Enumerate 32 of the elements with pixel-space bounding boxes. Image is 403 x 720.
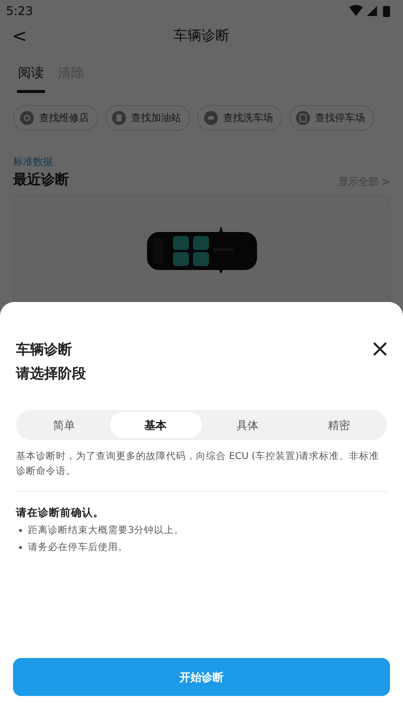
stage-description: 基本诊断时，为了查询更多的故障代码，向综合 ECU (车控装置)请求标准、非标准诊断命令语。	[16, 449, 387, 492]
sheet-title: 车辆诊断	[16, 341, 73, 360]
chip-label: 查找停车场	[315, 112, 365, 125]
fuel-pump-icon	[112, 111, 126, 125]
sheet-subtitle: 请选择阶段	[16, 365, 86, 384]
chip-label: 查找加油站	[131, 112, 181, 125]
parking-icon	[296, 111, 310, 125]
start-button[interactable]: 开始诊断	[13, 658, 390, 696]
gear-icon	[20, 111, 34, 125]
note-text: 距离诊断结束大概需要3分钟以上。	[28, 524, 184, 537]
chip-label: 查找维修店	[39, 112, 89, 125]
bullet-icon	[19, 546, 22, 549]
stage-option[interactable]: 具体	[202, 412, 294, 438]
confirm-title: 请在诊断前确认。	[16, 506, 105, 520]
car-icon	[204, 111, 218, 125]
search-chip[interactable]: 查找停车场	[289, 105, 374, 131]
close-icon[interactable]	[373, 342, 387, 356]
stage-option[interactable]: 简单	[18, 412, 110, 438]
tab[interactable]: 阅读	[17, 60, 45, 93]
search-chip[interactable]: 查找维修店	[13, 105, 98, 131]
stage-option[interactable]: 精密	[293, 412, 385, 438]
page-title: 车辆诊断	[174, 27, 230, 45]
search-chip[interactable]: 查找洗车场	[197, 105, 282, 131]
section-title: 最近诊断	[13, 171, 69, 189]
section-caption: 标准数据	[12, 156, 54, 169]
note-text: 请务必在停车后使用。	[28, 541, 128, 554]
stage-option[interactable]: 基本	[110, 412, 202, 438]
search-chip[interactable]: 查找加油站	[105, 105, 190, 131]
chip-label: 查找洗车场	[223, 112, 273, 125]
bullet-icon	[19, 529, 22, 532]
status-time: 5:23	[6, 4, 33, 18]
back-button[interactable]: <	[12, 26, 28, 46]
